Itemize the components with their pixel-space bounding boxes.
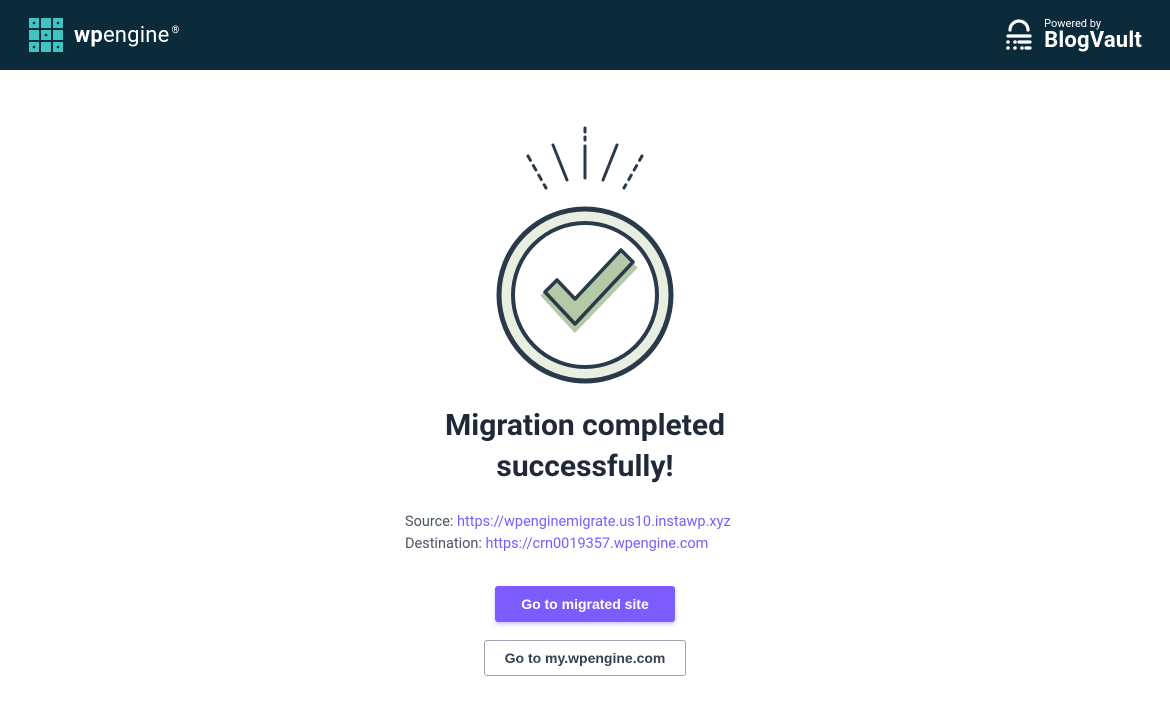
go-to-migrated-site-button[interactable]: Go to migrated site: [495, 586, 675, 622]
page-title: Migration completed successfully!: [445, 406, 725, 487]
header-bar: wpengine® Powered by BlogVault: [0, 0, 1170, 70]
migration-info: Source: https://wpenginemigrate.us10.ins…: [405, 511, 765, 556]
source-label: Source:: [405, 513, 457, 530]
blogvault-icon: [1004, 18, 1034, 52]
blogvault-logo: Powered by BlogVault: [1004, 17, 1142, 53]
destination-link[interactable]: https://crn0019357.wpengine.com: [486, 535, 709, 552]
wpengine-logo: wpengine®: [28, 17, 180, 53]
brand-bold: wp: [74, 23, 103, 48]
title-line-1: Migration completed: [445, 408, 725, 443]
destination-line: Destination: https://crn0019357.wpengine…: [405, 533, 765, 555]
source-line: Source: https://wpenginemigrate.us10.ins…: [405, 511, 765, 533]
brand-rest: engine: [103, 23, 170, 48]
wpengine-icon: [28, 17, 64, 53]
go-to-wpengine-button[interactable]: Go to my.wpengine.com: [484, 640, 687, 676]
button-group: Go to migrated site Go to my.wpengine.co…: [484, 586, 687, 676]
title-line-2: successfully!: [496, 449, 673, 484]
destination-label: Destination:: [405, 535, 486, 552]
main-content: Migration completed successfully! Source…: [0, 70, 1170, 676]
blogvault-wordmark: BlogVault: [1044, 28, 1142, 53]
success-checkmark-icon: [445, 120, 725, 400]
wpengine-wordmark: wpengine®: [74, 23, 180, 48]
source-link[interactable]: https://wpenginemigrate.us10.instawp.xyz: [457, 513, 731, 530]
